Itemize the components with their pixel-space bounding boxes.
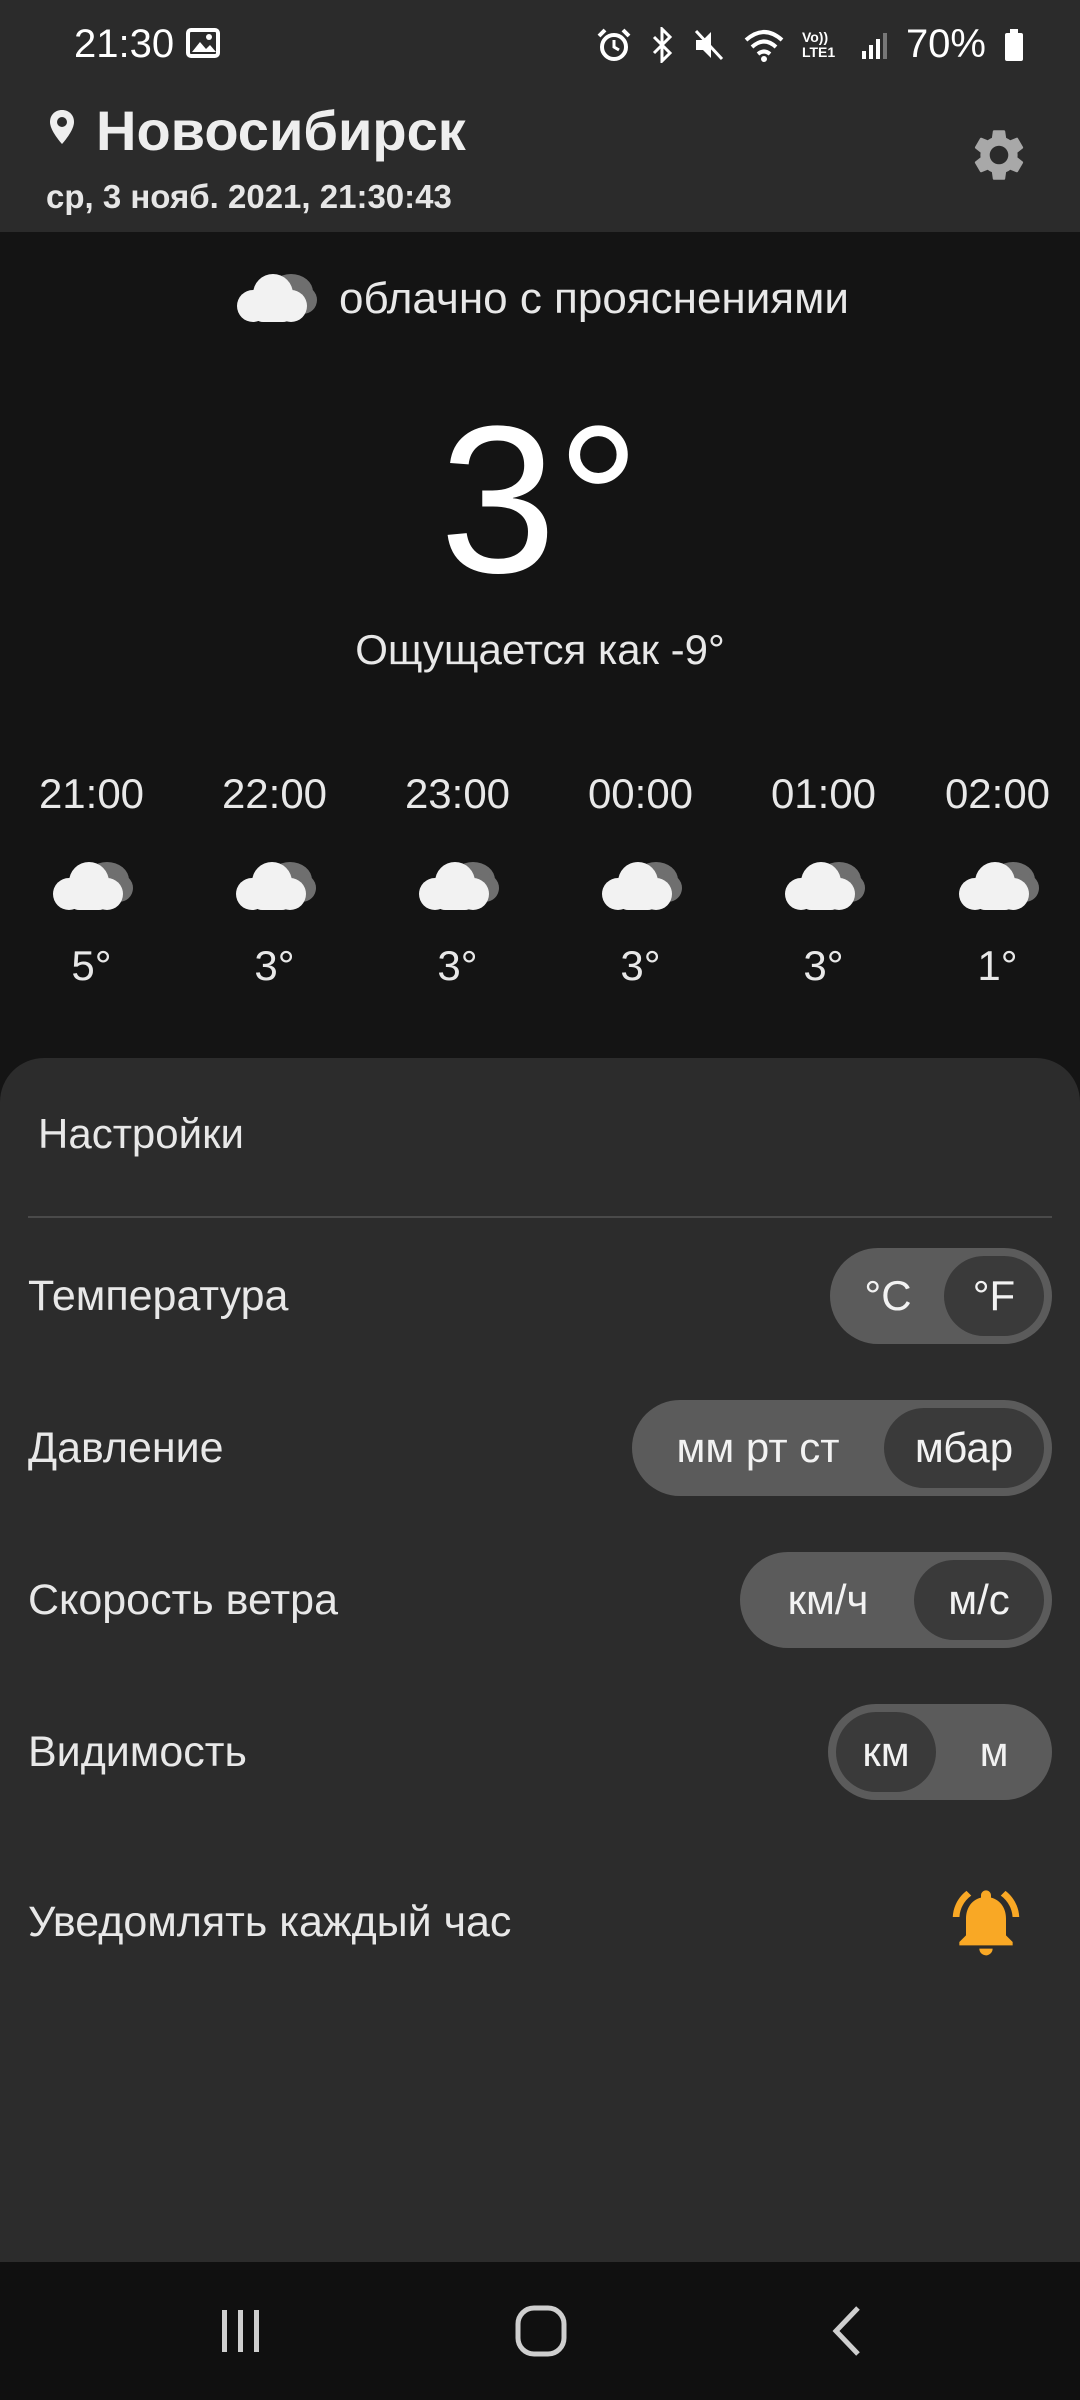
alarm-icon xyxy=(596,27,632,63)
back-icon[interactable] xyxy=(826,2304,866,2363)
hourly-forecast[interactable]: 21:00 5° 22:00 3° 23:00 3° 00:00 3° 01:0… xyxy=(0,770,1080,1020)
hourly-time: 22:00 xyxy=(221,770,328,817)
city-name[interactable]: Новосибирск xyxy=(96,96,466,166)
hourly-item: 01:00 3° xyxy=(732,770,915,990)
hourly-time: 02:00 xyxy=(944,770,1051,817)
signal-icon xyxy=(860,29,888,61)
option-celsius[interactable]: °C xyxy=(838,1256,938,1336)
option-m[interactable]: м xyxy=(944,1712,1044,1792)
hourly-temp: 1° xyxy=(977,942,1018,989)
hourly-time: 21:00 xyxy=(38,770,145,817)
battery-icon xyxy=(1004,28,1024,62)
option-fahrenheit[interactable]: °F xyxy=(944,1256,1044,1336)
hourly-temp: 3° xyxy=(254,942,295,989)
hourly-item: 23:00 3° xyxy=(366,770,549,990)
cloud-icon xyxy=(183,826,366,942)
mute-icon xyxy=(692,27,726,63)
wind-unit-toggle[interactable]: км/ч м/с xyxy=(740,1552,1052,1648)
temperature-unit-toggle[interactable]: °C °F xyxy=(830,1248,1052,1344)
status-time: 21:30 xyxy=(74,22,175,66)
pressure-unit-toggle[interactable]: мм рт ст мбар xyxy=(632,1400,1052,1496)
location-pin-icon xyxy=(48,108,76,151)
option-mbar[interactable]: мбар xyxy=(884,1408,1044,1488)
recent-apps-icon[interactable] xyxy=(216,2306,266,2361)
condition-text: облачно с прояснениями xyxy=(339,273,849,323)
home-icon[interactable] xyxy=(514,2304,568,2363)
option-kmh[interactable]: км/ч xyxy=(748,1560,908,1640)
date-time: ср, 3 нояб. 2021, 21:30:43 xyxy=(46,178,452,215)
visibility-label: Видимость xyxy=(28,1728,247,1776)
hourly-temp: 3° xyxy=(803,942,844,989)
cloud-icon xyxy=(0,826,183,942)
bell-icon[interactable] xyxy=(946,1882,1026,1967)
hourly-temp: 3° xyxy=(437,942,478,989)
pressure-label: Давление xyxy=(28,1424,224,1472)
temperature-label: Температура xyxy=(28,1272,289,1320)
cloud-icon xyxy=(231,268,321,329)
hourly-item: 21:00 5° xyxy=(0,770,183,990)
notify-label: Уведомлять каждый час xyxy=(28,1898,512,1946)
wind-speed-label: Скорость ветра xyxy=(28,1576,339,1624)
hourly-time: 01:00 xyxy=(770,770,877,817)
visibility-unit-toggle[interactable]: км м xyxy=(828,1704,1052,1800)
hourly-item: 02:00 1° xyxy=(915,770,1080,990)
hourly-item: 22:00 3° xyxy=(183,770,366,990)
wifi-icon xyxy=(744,28,784,62)
battery-percent: 70% xyxy=(905,22,986,66)
lte-label: Vo)) LTE1 xyxy=(801,28,836,60)
gallery-notification-icon xyxy=(186,28,220,63)
hourly-item: 00:00 3° xyxy=(549,770,732,990)
option-ms[interactable]: м/с xyxy=(914,1560,1044,1640)
option-mmhg[interactable]: мм рт ст xyxy=(640,1408,876,1488)
settings-sheet xyxy=(0,1058,1080,2262)
cloud-icon xyxy=(915,826,1080,942)
current-temperature: 3° xyxy=(439,382,641,617)
condition-row: облачно с прояснениями xyxy=(0,268,1080,329)
feels-like: Ощущается как -9° xyxy=(355,626,725,673)
cloud-icon xyxy=(366,826,549,942)
cloud-icon xyxy=(549,826,732,942)
hourly-temp: 3° xyxy=(620,942,661,989)
settings-title: Настройки xyxy=(38,1110,244,1157)
hourly-temp: 5° xyxy=(71,942,112,989)
settings-gear-icon[interactable] xyxy=(968,124,1030,191)
cloud-icon xyxy=(732,826,915,942)
bluetooth-icon xyxy=(650,26,674,63)
option-km[interactable]: км xyxy=(836,1712,936,1792)
status-icons: Vo)) LTE1 70% xyxy=(596,22,1024,67)
hourly-time: 00:00 xyxy=(587,770,694,817)
divider xyxy=(28,1216,1052,1218)
hourly-time: 23:00 xyxy=(404,770,511,817)
